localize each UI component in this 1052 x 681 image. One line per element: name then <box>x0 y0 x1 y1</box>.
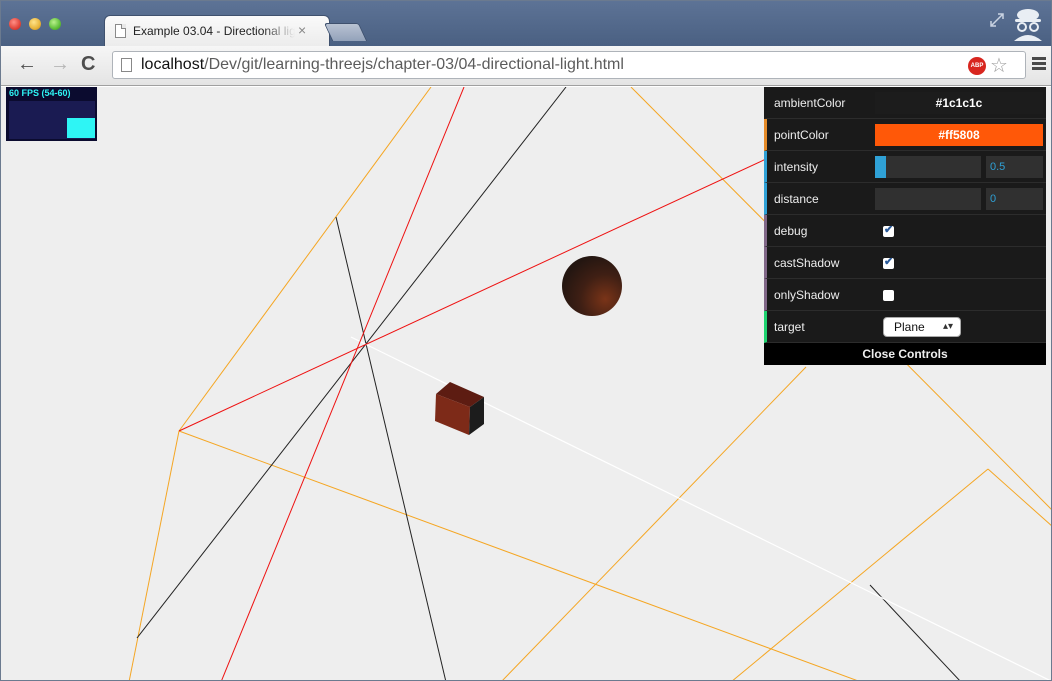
distance-input[interactable]: 0 <box>986 188 1043 210</box>
intensity-input[interactable]: 0.5 <box>986 156 1043 178</box>
select-arrows-icon: ▴▾ <box>942 321 953 332</box>
control-label: distance <box>774 192 819 206</box>
tab-title: Example 03.04 - Directional light <box>133 24 295 38</box>
page-icon <box>115 24 126 38</box>
minimize-window-button[interactable] <box>29 18 41 30</box>
url-path: /Dev/git/learning-threejs/chapter-03/04-… <box>204 56 624 73</box>
control-only-shadow: onlyShadow <box>764 279 1046 311</box>
controls-panel: ambientColor #1c1c1c pointColor #ff5808 … <box>764 87 1046 365</box>
tab-strip: Example 03.04 - Directional light × <box>1 1 1051 46</box>
distance-slider[interactable] <box>875 188 981 210</box>
control-label: debug <box>774 224 808 238</box>
target-select-value: Plane <box>894 320 925 334</box>
control-debug: debug ✔ <box>764 215 1046 247</box>
cube-mesh <box>435 382 484 435</box>
fps-text: 60 FPS (54-60) <box>9 88 71 98</box>
tab-close-icon[interactable]: × <box>298 22 306 38</box>
bookmark-star-icon[interactable]: ☆ <box>990 53 1008 78</box>
webgl-canvas[interactable]: 60 FPS (54-60) ambientColor #1c1c1c poin… <box>1 87 1051 680</box>
zoom-window-button[interactable] <box>49 18 61 30</box>
browser-toolbar: ← → C localhost/Dev/git/learning-threejs… <box>1 46 1051 86</box>
debug-checkbox[interactable]: ✔ <box>883 224 894 237</box>
control-ambient-color: ambientColor #1c1c1c <box>764 87 1046 119</box>
forward-button[interactable]: → <box>50 52 70 76</box>
incognito-icon <box>1014 9 1042 41</box>
sphere-mesh <box>562 256 622 316</box>
control-label: ambientColor <box>774 96 846 110</box>
control-label: onlyShadow <box>774 288 840 302</box>
url-host: localhost <box>141 56 205 73</box>
menu-icon[interactable] <box>1032 57 1046 71</box>
target-select[interactable]: Plane ▴▾ <box>883 317 961 337</box>
new-tab-button[interactable] <box>323 23 368 41</box>
control-intensity: intensity 0.5 <box>764 151 1046 183</box>
browser-window: Example 03.04 - Directional light × ← → … <box>0 0 1052 681</box>
red-helper-lines <box>178 87 767 680</box>
control-label: castShadow <box>774 256 840 270</box>
control-label: intensity <box>774 160 819 174</box>
checkmark-icon: ✔ <box>884 256 894 268</box>
control-point-color: pointColor #ff5808 <box>764 119 1046 151</box>
cast-shadow-checkbox[interactable]: ✔ <box>883 256 894 269</box>
point-color-picker[interactable]: #ff5808 <box>875 124 1043 146</box>
reload-button[interactable]: C <box>81 52 95 76</box>
fullscreen-icon[interactable] <box>989 12 1005 28</box>
ambient-color-picker[interactable]: #1c1c1c <box>875 92 1043 114</box>
control-label: pointColor <box>774 128 829 142</box>
only-shadow-checkbox[interactable] <box>883 290 894 301</box>
tab-active[interactable]: Example 03.04 - Directional light × <box>104 15 330 46</box>
intensity-slider-fill <box>875 156 886 178</box>
intensity-slider[interactable] <box>875 156 981 178</box>
close-controls-button[interactable]: Close Controls <box>764 343 1046 365</box>
page-icon <box>121 58 132 72</box>
control-label: target <box>774 320 805 334</box>
control-target: target Plane ▴▾ <box>764 311 1046 343</box>
address-bar[interactable]: localhost/Dev/git/learning-threejs/chapt… <box>112 51 1026 79</box>
control-cast-shadow: castShadow ✔ <box>764 247 1046 279</box>
url-text: localhost/Dev/git/learning-threejs/chapt… <box>141 56 624 74</box>
fps-graph-bar <box>67 118 95 138</box>
adblock-icon[interactable]: ABP <box>968 57 986 75</box>
close-window-button[interactable] <box>9 18 21 30</box>
checkmark-icon: ✔ <box>884 224 894 236</box>
back-button[interactable]: ← <box>17 52 37 76</box>
control-distance: distance 0 <box>764 183 1046 215</box>
fps-stats-panel[interactable]: 60 FPS (54-60) <box>6 87 97 141</box>
